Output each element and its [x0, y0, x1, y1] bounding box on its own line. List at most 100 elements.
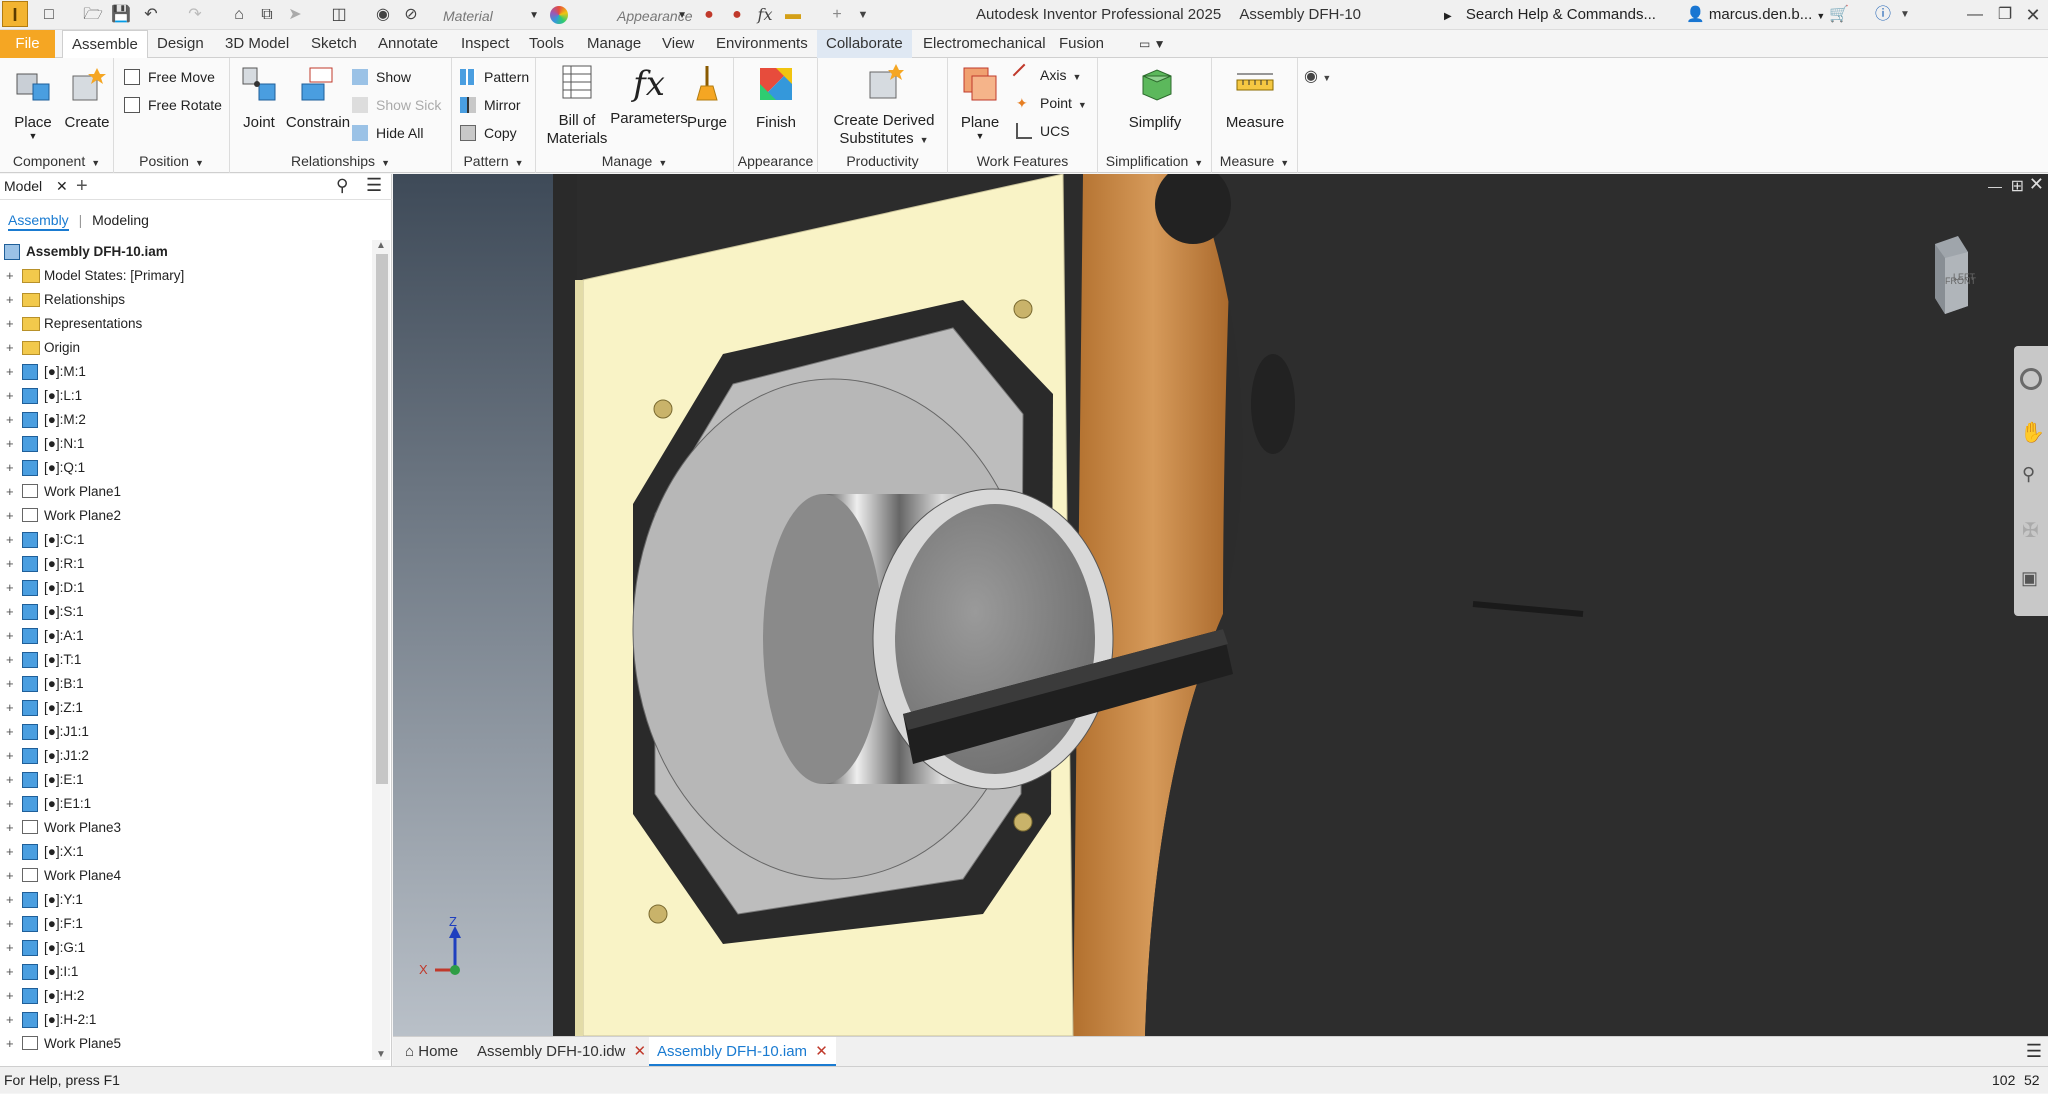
expand-icon[interactable]: + — [6, 984, 14, 1008]
create-button[interactable]: Create — [62, 64, 112, 131]
close-icon[interactable]: ✕ — [56, 178, 68, 194]
parameters-button[interactable]: fx Parameters — [608, 64, 690, 127]
tab-manage[interactable]: Manage — [578, 30, 650, 58]
restore-icon[interactable]: ❐ — [1994, 4, 2016, 26]
tab-annotate[interactable]: Annotate — [369, 30, 447, 58]
measure-button[interactable]: Measure — [1216, 64, 1294, 131]
viewport-close-icon[interactable]: ✕ — [2029, 174, 2044, 195]
free-rotate-button[interactable]: Free Rotate — [122, 94, 222, 116]
create-derived-substitutes-button[interactable]: Create Derived Substitutes ▼ — [824, 62, 944, 149]
panel-relationships-label[interactable]: Relationships ▼ — [230, 151, 451, 171]
user-account[interactable]: 👤 marcus.den.b... ▼ — [1686, 3, 1825, 27]
expand-icon[interactable]: + — [6, 648, 14, 672]
expand-icon[interactable]: + — [6, 744, 14, 768]
plane-button[interactable]: Plane ▼ — [956, 64, 1004, 141]
add-browser-icon[interactable]: + — [76, 175, 88, 198]
panel-simplification-label[interactable]: Simplification ▼ — [1098, 151, 1211, 171]
joint-button[interactable]: Joint — [236, 64, 282, 131]
pan-hand-icon[interactable]: ✋ — [2020, 420, 2045, 445]
expand-icon[interactable]: + — [6, 912, 14, 936]
new-file-icon[interactable]: □ — [38, 4, 60, 26]
expand-icon[interactable]: + — [6, 552, 14, 576]
point-button[interactable]: ✦ Point ▼ — [1014, 92, 1087, 114]
material-combo[interactable]: Material ▼ — [414, 3, 544, 27]
adjust-appearance-icon[interactable]: ● — [698, 4, 720, 26]
expand-icon[interactable]: + — [6, 384, 14, 408]
redo-icon[interactable]: ↷ — [184, 4, 206, 26]
expand-icon[interactable]: + — [6, 888, 14, 912]
tab-environments[interactable]: Environments — [707, 30, 817, 58]
view-assembly[interactable]: Assembly — [8, 212, 69, 231]
tab-electromechanical[interactable]: Electromechanical — [914, 30, 1055, 58]
tab-fusion[interactable]: Fusion — [1050, 30, 1113, 58]
graphics-viewport[interactable]: Z X FRONT LEFT — ⊞ ✕ ✋ ⚲ ✠ ▣ — [393, 174, 2048, 1036]
tab-view[interactable]: View — [653, 30, 703, 58]
expand-icon[interactable]: + — [6, 288, 14, 312]
orbit-icon[interactable]: ✠ — [2022, 518, 2039, 543]
simplify-button[interactable]: Simplify — [1122, 64, 1188, 131]
home-icon[interactable]: ⌂ — [228, 4, 250, 26]
steering-wheel-icon[interactable] — [2020, 368, 2042, 390]
scroll-down-arrow[interactable]: ▼ — [376, 1049, 386, 1060]
select-icon[interactable]: ➤ — [284, 4, 306, 26]
customize-qat-icon[interactable]: ▼ — [852, 4, 874, 26]
tab-design[interactable]: Design — [148, 30, 213, 58]
scroll-up-arrow[interactable]: ▲ — [376, 240, 386, 251]
look-at-icon[interactable]: ▣ — [2021, 568, 2038, 589]
purge-button[interactable]: Purge — [682, 64, 732, 131]
expand-icon[interactable]: + — [6, 1008, 14, 1032]
expand-icon[interactable]: + — [6, 936, 14, 960]
pattern-button[interactable]: Pattern — [458, 66, 529, 88]
expand-icon[interactable]: + — [6, 312, 14, 336]
help-dropdown-icon[interactable]: ▼ — [1894, 4, 1916, 26]
ucs-button[interactable]: UCS — [1014, 120, 1070, 142]
panel-measure-label[interactable]: Measure ▼ — [1212, 151, 1297, 171]
close-icon[interactable]: ✕ — [634, 1043, 647, 1060]
expand-icon[interactable]: + — [6, 840, 14, 864]
view-modeling[interactable]: Modeling — [92, 212, 149, 228]
zoom-icon[interactable]: ⚲ — [2022, 464, 2035, 485]
close-icon[interactable]: ✕ — [815, 1043, 828, 1060]
search-help-box[interactable]: ▶ Search Help & Commands... — [1444, 3, 1684, 27]
measure-icon[interactable]: ▬ — [782, 4, 804, 26]
show-button[interactable]: Show — [350, 66, 411, 88]
expand-icon[interactable]: + — [6, 720, 14, 744]
expand-icon[interactable]: + — [6, 456, 14, 480]
tab-file[interactable]: File — [0, 30, 55, 58]
close-icon[interactable]: ✕ — [2022, 4, 2044, 26]
expand-icon[interactable]: + — [6, 768, 14, 792]
scrollbar-thumb[interactable] — [376, 254, 388, 784]
expand-icon[interactable]: + — [6, 336, 14, 360]
hide-all-button[interactable]: Hide All — [350, 122, 423, 144]
expand-icon[interactable]: + — [6, 408, 14, 432]
expand-icon[interactable]: + — [6, 360, 14, 384]
select-mode-icon[interactable]: ◫ — [328, 4, 350, 26]
show-sick-button[interactable]: Show Sick — [350, 94, 441, 116]
expand-icon[interactable]: + — [6, 504, 14, 528]
mirror-button[interactable]: Mirror — [458, 94, 521, 116]
expand-icon[interactable]: + — [6, 528, 14, 552]
expand-icon[interactable]: + — [6, 624, 14, 648]
free-move-button[interactable]: Free Move — [122, 66, 215, 88]
constrain-button[interactable]: Constrain — [284, 64, 352, 131]
panel-position-label[interactable]: Position ▼ — [114, 151, 229, 171]
expand-icon[interactable]: + — [6, 576, 14, 600]
undo-icon[interactable]: ↶ — [140, 4, 162, 26]
tab-3d-model[interactable]: 3D Model — [216, 30, 298, 58]
appearance-combo[interactable]: Appearance ▼ — [588, 3, 693, 27]
copy-button[interactable]: Copy — [458, 122, 517, 144]
help-icon[interactable]: ⓘ — [1872, 4, 1894, 26]
tab-assemble[interactable]: Assemble — [62, 30, 148, 59]
ribbon-options-icon[interactable]: ◉ ▼ — [1304, 66, 1331, 86]
browser-scrollbar[interactable]: ▲ ▼ — [372, 240, 390, 1060]
ribbon-display-options-icon[interactable]: ▭ ▼ — [1130, 30, 1175, 58]
tab-tools[interactable]: Tools — [520, 30, 573, 58]
expand-icon[interactable]: + — [6, 264, 14, 288]
browser-tab-model[interactable]: Model ✕ — [4, 178, 68, 195]
bill-of-materials-button[interactable]: Bill of Materials — [544, 62, 610, 148]
tab-collaborate[interactable]: Collaborate — [817, 30, 912, 58]
place-button[interactable]: Place ▼ — [8, 64, 58, 141]
color-override-icon[interactable]: ◉ — [372, 4, 394, 26]
expand-icon[interactable]: + — [6, 672, 14, 696]
add-icon[interactable]: + — [826, 4, 848, 26]
